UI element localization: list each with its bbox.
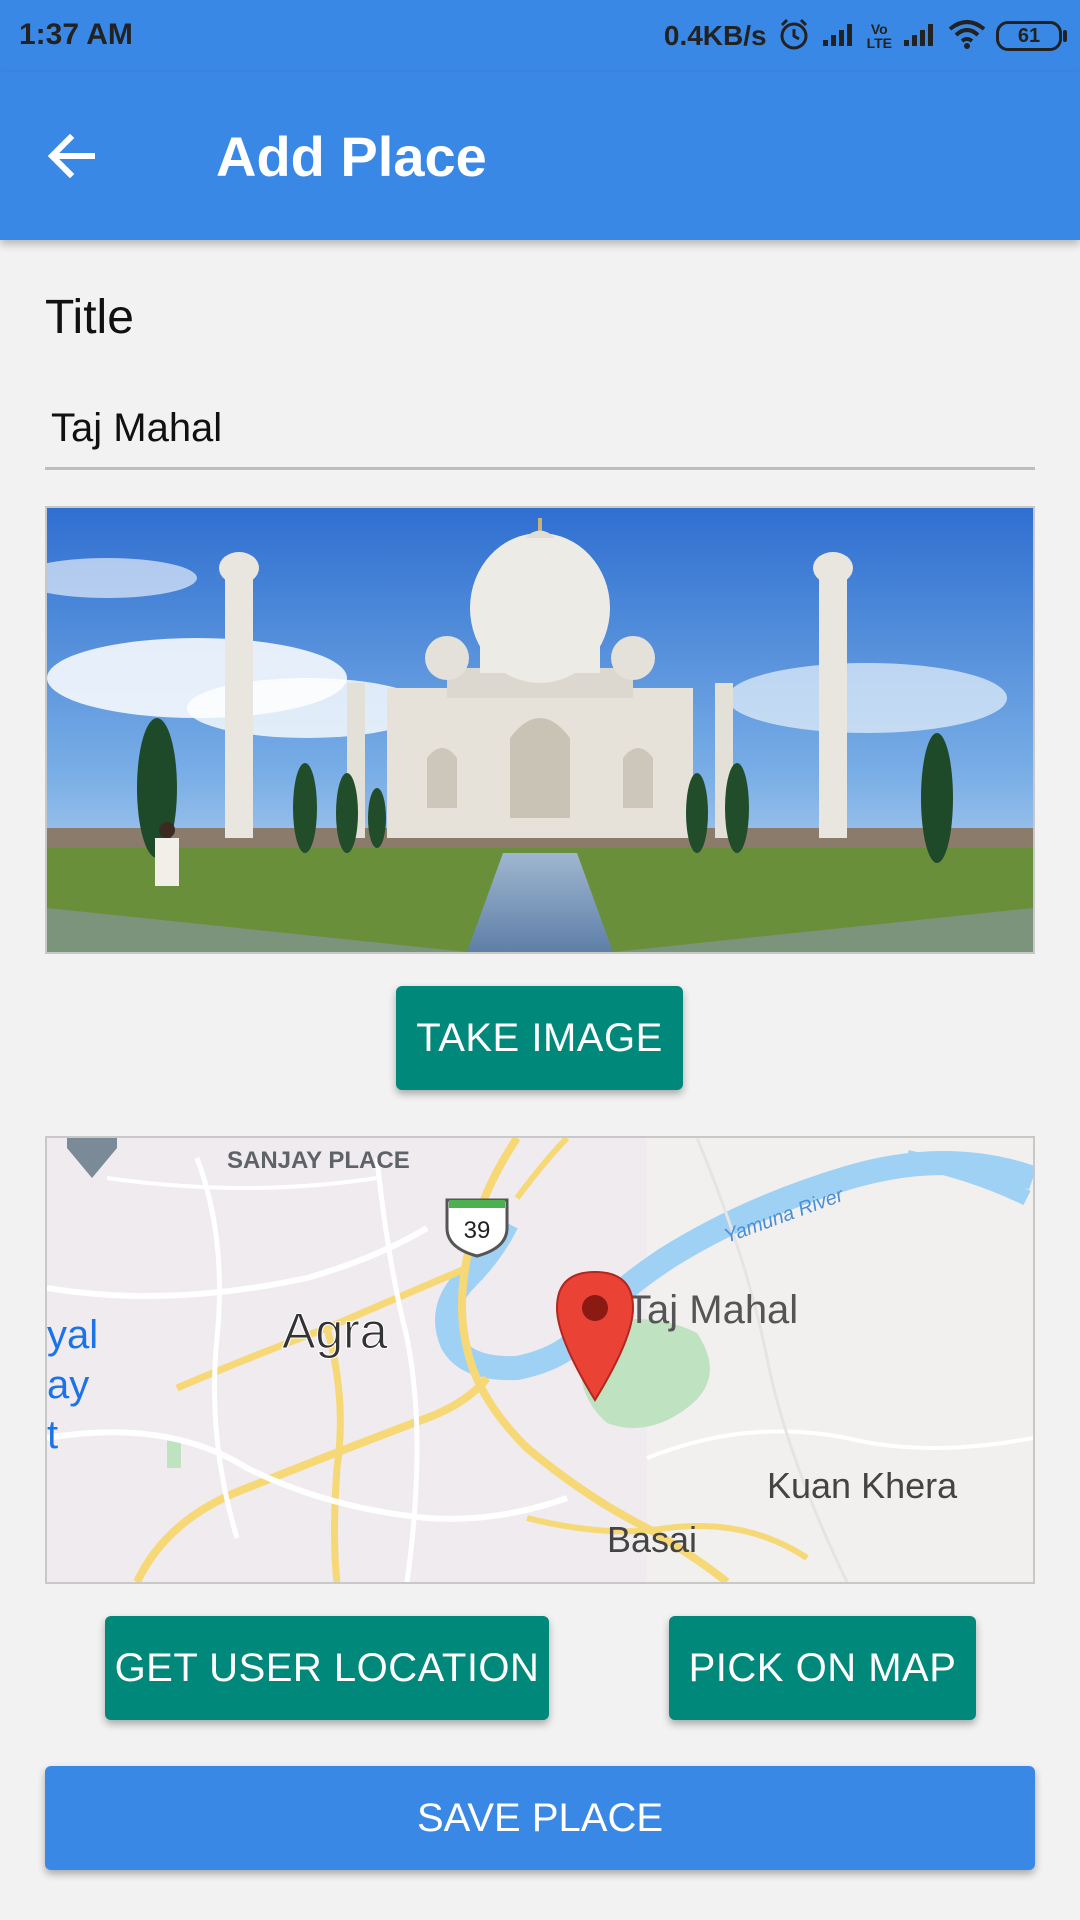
map-label-edge-3: t: [47, 1413, 58, 1457]
battery-icon: 61: [996, 21, 1067, 51]
volte-icon: Vo LTE: [866, 21, 892, 51]
map-label-agra: Agra: [282, 1303, 388, 1359]
map-label-basai: Basai: [607, 1519, 697, 1560]
status-bar: 1:37 AM 0.4KB/s Vo LTE 61: [0, 0, 1080, 72]
svg-text:39: 39: [464, 1217, 491, 1244]
network-speed: 0.4KB/s: [663, 20, 767, 51]
save-place-button[interactable]: SAVE PLACE: [45, 1766, 1035, 1870]
status-time: 1:37 AM: [19, 18, 133, 51]
map-preview[interactable]: 39 SANJAY PLACE Agra Taj Mahal Yamuna Ri…: [45, 1136, 1035, 1584]
signal-icon: [821, 20, 857, 53]
alarm-icon: [777, 17, 811, 56]
map-label-edge-2: ay: [47, 1363, 89, 1407]
take-image-button[interactable]: TAKE IMAGE: [396, 986, 683, 1090]
get-user-location-button[interactable]: GET USER LOCATION: [105, 1616, 549, 1720]
app-bar: Add Place: [0, 72, 1080, 240]
map-label-sanjay-place: SANJAY PLACE: [227, 1147, 410, 1174]
map-label-kuan-khera: Kuan Khera: [767, 1465, 958, 1506]
pick-on-map-button[interactable]: PICK ON MAP: [669, 1616, 976, 1720]
title-input[interactable]: [45, 390, 1035, 470]
route-shield-icon: 39: [445, 1198, 509, 1258]
taj-mahal-image: [47, 508, 1033, 952]
page-title: Add Place: [216, 125, 487, 188]
signal-icon: [902, 20, 938, 53]
map-image: 39 SANJAY PLACE Agra Taj Mahal Yamuna Ri…: [47, 1138, 1033, 1582]
wifi-icon: [948, 19, 986, 54]
status-icons: 0.4KB/s Vo LTE 61: [663, 14, 1067, 58]
image-preview: [45, 506, 1035, 954]
map-label-edge-1: yal: [47, 1313, 98, 1357]
arrow-left-icon: [47, 133, 95, 179]
back-button[interactable]: [40, 124, 120, 188]
map-label-taj-mahal: Taj Mahal: [627, 1288, 798, 1332]
title-label: Title: [45, 291, 134, 344]
